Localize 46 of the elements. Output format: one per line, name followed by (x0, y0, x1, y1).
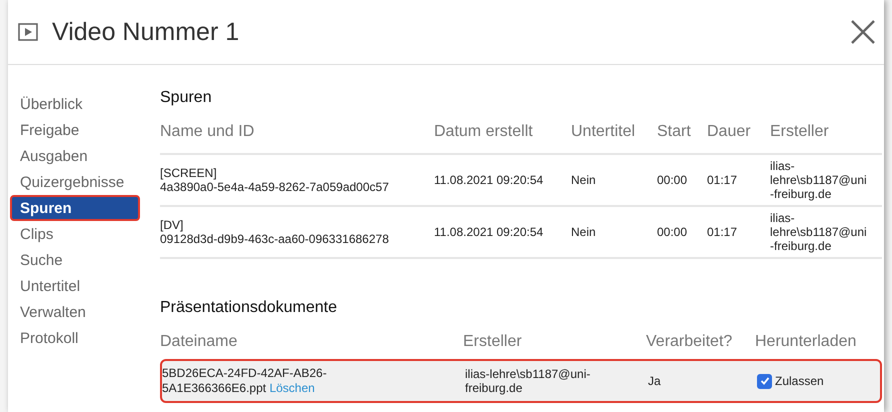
sidebar-item[interactable]: Freigabe (10, 117, 140, 143)
column-header: Dateiname (160, 332, 238, 352)
table-cell: 11.08.2021 09:20:54 (434, 173, 544, 187)
track-name: [DV] (160, 218, 184, 232)
column-header: Ersteller (770, 107, 882, 155)
close-button[interactable] (850, 19, 876, 45)
video-icon (18, 23, 38, 41)
table-cell-text: Ja (648, 374, 662, 388)
table-cell: 00:00 (657, 225, 688, 239)
sidebar-item[interactable]: Untertitel (10, 273, 140, 299)
column-header: Name und ID (160, 107, 434, 155)
section-title: Präsentationsdokumente (160, 299, 338, 317)
sidebar-item[interactable]: Quizergebnisse (10, 169, 140, 195)
table-cell: 01:17 (707, 225, 738, 239)
section-title: Spuren (160, 89, 213, 107)
sidebar-item[interactable]: Protokoll (10, 325, 140, 351)
file-name: 5BD26ECA-24FD-42AF-AB26-5A1E366366E6.ppt Löschen (162, 366, 328, 396)
column-header: Datum erstellt (434, 107, 571, 155)
column-header: Untertitel (571, 107, 657, 155)
table-cell: 11.08.2021 09:20:54 (434, 225, 544, 239)
table-cell-text: ilias-lehre\sb1187@uni-freiburg.de (465, 367, 592, 395)
sidebar-item[interactable]: Ausgaben (10, 143, 140, 169)
table-cell: 00:00 (657, 173, 688, 187)
sidebar-item[interactable]: Spuren (10, 195, 140, 221)
column-header: Verarbeitet? (646, 332, 734, 352)
table-cell: Nein (571, 173, 596, 187)
checkbox-label: Zulassen (775, 374, 824, 388)
dialog-title: Video Nummer 1 (52, 18, 240, 46)
column-header: Dauer (707, 107, 770, 155)
table-cell: 01:17 (707, 173, 738, 187)
track-id: 09128d3d-d9b9-463c-aa60-096331686278 (160, 232, 389, 246)
track-id: 4a3890a0-5e4a-4a59-8262-7a059ad00c57 (160, 180, 389, 194)
sidebar-item[interactable]: Verwalten (10, 299, 140, 325)
table-cell-text: ilias-lehre\sb1187@uni-freiburg.de (770, 159, 868, 201)
sidebar-item[interactable]: Clips (10, 221, 140, 247)
table-cell: Nein (571, 225, 596, 239)
delete-link[interactable]: Löschen (269, 381, 315, 395)
column-header: Ersteller (463, 332, 523, 352)
check-icon (760, 376, 770, 386)
sidebar-item[interactable]: Suche (10, 247, 140, 273)
column-header: Start (657, 107, 707, 155)
track-name: [SCREEN] (160, 166, 218, 180)
checkbox[interactable] (757, 374, 772, 388)
table-cell-text: ilias-lehre\sb1187@uni-freiburg.de (770, 211, 868, 253)
sidebar-item[interactable]: Überblick (10, 91, 140, 117)
column-header: Herunterladen (755, 332, 858, 352)
